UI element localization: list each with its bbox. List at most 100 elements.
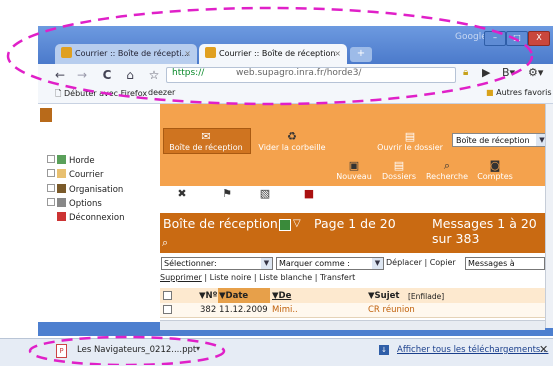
expand-icon[interactable] bbox=[47, 155, 55, 163]
new-tab-button[interactable]: + bbox=[350, 47, 372, 62]
new-message-item[interactable]: ▣ Nouveau bbox=[332, 159, 376, 182]
folder-icon: ▤ bbox=[404, 130, 416, 143]
blacklist-link[interactable]: Liste noire bbox=[210, 273, 252, 282]
chevron-down-icon: ▼ bbox=[372, 258, 383, 269]
col-num[interactable]: ▼Nº bbox=[199, 291, 217, 301]
other-bookmarks[interactable]: ■ Autres favoris bbox=[486, 88, 552, 97]
options-item[interactable]: ✖ Options bbox=[163, 188, 201, 210]
horde-logo[interactable] bbox=[40, 108, 52, 122]
url-scheme: https:// bbox=[172, 68, 205, 78]
folders-item[interactable]: ▤ Dossiers bbox=[378, 159, 420, 182]
mark-as-dropdown[interactable]: Marquer comme : ▼ bbox=[276, 257, 384, 270]
table-row[interactable] bbox=[160, 303, 545, 318]
page-menu-icon[interactable]: B▾ bbox=[502, 66, 515, 79]
open-folder-item[interactable]: ▤ Ouvrir le dossier bbox=[372, 130, 448, 153]
envelope-icon: ✉ bbox=[201, 130, 211, 143]
bookmark-label: Débuter avec Firefox bbox=[63, 89, 148, 98]
folder-select[interactable]: Boîte de réception ▼ bbox=[452, 133, 549, 147]
search-item[interactable]: ⌕ Recherche bbox=[423, 159, 471, 182]
forward-link[interactable]: Transfert bbox=[320, 273, 355, 282]
sidebar-item-organisation[interactable]: Organisation bbox=[47, 184, 123, 195]
menu-label: Boîte de réception bbox=[169, 143, 243, 152]
select-dropdown[interactable]: Sélectionner: ▼ bbox=[161, 257, 273, 270]
mailbox-title: Boîte de réception bbox=[163, 216, 278, 231]
menu-label: Dossiers bbox=[382, 172, 416, 181]
help-item[interactable]: ▧ Aide bbox=[252, 188, 278, 210]
logout-icon: ■ bbox=[303, 187, 315, 200]
sidebar-item-label: Horde bbox=[69, 156, 95, 166]
select-value: Marquer comme : bbox=[279, 259, 350, 268]
browser-brand: Google bbox=[455, 32, 487, 42]
wrench-menu-icon[interactable]: ⚙▾ bbox=[528, 66, 543, 79]
col-from[interactable]: ▼De bbox=[272, 291, 291, 301]
logout-item[interactable]: ■ Déconnexion bbox=[281, 187, 337, 210]
problem-item[interactable]: ⚑ Problème bbox=[205, 188, 249, 210]
move-link[interactable]: Déplacer bbox=[386, 258, 422, 267]
chevron-down-icon: ▼ bbox=[261, 258, 272, 269]
vertical-scrollbar[interactable] bbox=[545, 104, 553, 328]
filter-icon[interactable]: ▽ bbox=[293, 218, 301, 229]
horizontal-scrollbar[interactable] bbox=[160, 320, 545, 330]
whitelist-link[interactable]: Liste blanche bbox=[259, 273, 312, 282]
tools-icon bbox=[57, 198, 66, 207]
target-folder-select[interactable]: Messages à bbox=[465, 257, 545, 270]
download-filename: Les Navigateurs_0212....ppt bbox=[77, 345, 197, 355]
accounts-item[interactable]: ◙ Comptes bbox=[472, 160, 518, 182]
inbox-menu-item[interactable]: ✉ Boîte de réception bbox=[165, 130, 247, 153]
bookmark-item[interactable]: deezer bbox=[148, 88, 175, 97]
menu-label: Déconnexion bbox=[282, 200, 336, 209]
sidebar-item-options[interactable]: Options bbox=[47, 198, 102, 209]
expand-icon[interactable] bbox=[47, 184, 55, 192]
empty-trash-item[interactable]: ♻ Vider la corbeille bbox=[253, 131, 331, 153]
show-all-downloads-link[interactable]: Afficher tous les téléchargements... bbox=[397, 345, 548, 355]
col-date[interactable]: ▼Date bbox=[219, 291, 248, 301]
forward-icon[interactable]: → bbox=[74, 66, 90, 84]
select-all-checkbox[interactable] bbox=[163, 291, 172, 300]
bookmark-label: deezer bbox=[148, 88, 176, 97]
menu-label: Options bbox=[166, 200, 198, 209]
col-thread[interactable]: [Enfilade] bbox=[408, 292, 444, 301]
expand-icon[interactable] bbox=[47, 198, 55, 206]
col-subject[interactable]: ▼Sujet bbox=[368, 291, 399, 301]
bookmark-item[interactable]: 🗋︎ Débuter avec Firefox bbox=[55, 88, 147, 102]
search-icon: ⌕ bbox=[443, 159, 451, 172]
tab-close-icon[interactable]: × bbox=[334, 44, 341, 64]
url-text: web.supagro.inra.fr/horde3/ bbox=[236, 68, 362, 78]
chevron-down-icon[interactable]: ▾ bbox=[196, 344, 200, 353]
reload-icon[interactable]: C bbox=[99, 66, 115, 84]
bookmark-label: Autres favoris bbox=[496, 88, 552, 97]
sidebar-item-deconnexion[interactable]: Déconnexion bbox=[47, 212, 124, 223]
message-total: sur 383 bbox=[432, 231, 480, 246]
sidebar-item-horde[interactable]: Horde bbox=[47, 155, 95, 166]
sidebar-item-courrier[interactable]: Courrier bbox=[47, 169, 103, 180]
folder-select-value: Boîte de réception bbox=[456, 136, 530, 145]
row-from[interactable]: Mimi.. bbox=[272, 305, 298, 315]
maximize-button[interactable]: □ bbox=[506, 31, 528, 46]
row-num: 382 bbox=[200, 305, 217, 315]
menu-label: Ouvrir le dossier bbox=[377, 143, 443, 152]
home-icon[interactable]: ⌂ bbox=[122, 66, 138, 84]
horde-favicon-icon bbox=[205, 47, 216, 58]
expand-icon[interactable] bbox=[47, 169, 55, 177]
back-icon[interactable]: ← bbox=[52, 66, 68, 84]
delete-link[interactable]: Supprimer bbox=[160, 273, 202, 282]
bookmark-star-icon[interactable]: ☆ bbox=[146, 66, 162, 84]
tab-active[interactable]: Courrier :: Boîte de réception × bbox=[199, 44, 347, 64]
row-checkbox[interactable] bbox=[163, 305, 172, 314]
row-subject[interactable]: CR réunion bbox=[368, 305, 415, 315]
compose-icon: ▣ bbox=[348, 159, 360, 172]
lock-icon[interactable]: 🔒︎ bbox=[463, 67, 468, 78]
refresh-icon[interactable] bbox=[279, 219, 291, 231]
copy-link[interactable]: Copier bbox=[430, 258, 456, 267]
sidebar-item-label: Organisation bbox=[69, 185, 124, 195]
folder-icon: ▤ bbox=[393, 159, 405, 172]
go-icon[interactable]: ▶ bbox=[482, 66, 490, 79]
tab-inactive[interactable]: Courrier :: Boîte de récepti... × bbox=[55, 44, 197, 64]
minimize-button[interactable]: – bbox=[484, 31, 506, 46]
tab-label: Courrier :: Boîte de récepti... bbox=[75, 49, 190, 58]
close-icon[interactable]: ✕ bbox=[539, 343, 548, 356]
row-date: 11.12.2009 bbox=[219, 305, 268, 315]
close-window-button[interactable]: X bbox=[528, 31, 550, 46]
tab-close-icon[interactable]: × bbox=[184, 44, 191, 64]
search-icon[interactable]: ⌕ bbox=[162, 236, 168, 250]
